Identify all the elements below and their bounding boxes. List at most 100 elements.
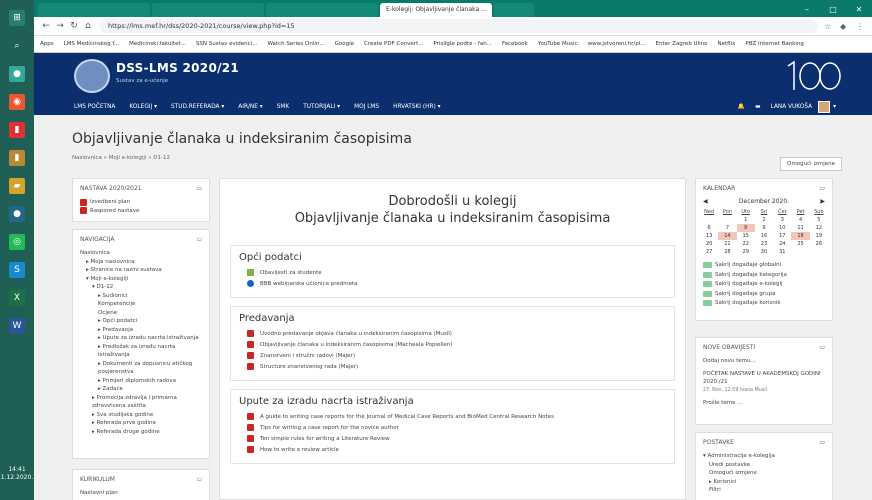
calendar-day[interactable]: 9 xyxy=(755,224,773,232)
calendar-day[interactable]: 2 xyxy=(755,216,773,224)
close-icon[interactable]: ✕ xyxy=(846,5,872,17)
bookmark[interactable]: PBZ Internet Banking xyxy=(745,41,804,47)
activity-link[interactable]: Uvodno predavanje objava članaka u indek… xyxy=(260,331,452,337)
bookmark[interactable]: Watch Series Onlin... xyxy=(267,41,324,47)
nav-item[interactable]: ▸ Moja naslovnica xyxy=(80,258,202,267)
calendar-day[interactable]: 4 xyxy=(791,216,809,224)
menu-item-tutorijali[interactable]: TUTORIJALI ▾ xyxy=(303,104,340,110)
activity-link[interactable]: BBB webinarska učionica predmeta xyxy=(260,281,358,287)
activity-link[interactable]: Znanstveni i stručni radovi (Majer) xyxy=(260,353,355,359)
eye-icon[interactable] xyxy=(703,290,712,297)
bookmark[interactable]: Google xyxy=(335,41,354,47)
calendar-day[interactable]: 15 xyxy=(737,232,755,240)
site-title[interactable]: DSS-LMS 2020/21 xyxy=(116,61,239,75)
bookmark[interactable]: Netflix xyxy=(718,41,736,47)
browser-tab[interactable] xyxy=(38,3,150,17)
calendar-day[interactable]: 1 xyxy=(737,216,755,224)
bookmark[interactable]: YouTube Music xyxy=(538,41,578,47)
browser-tab[interactable] xyxy=(266,3,378,17)
menu-item-airne[interactable]: AIR/NE ▾ xyxy=(238,104,262,110)
settings-item[interactable]: Omogući izmjene xyxy=(703,469,825,478)
calendar-day[interactable]: 11 xyxy=(791,224,809,232)
menu-item-moj-lms[interactable]: MOJ LMS xyxy=(354,104,379,110)
menu-item-smk[interactable]: SMK xyxy=(277,104,289,110)
eye-icon[interactable] xyxy=(703,300,712,307)
calendar-day[interactable] xyxy=(810,248,828,256)
settings-item[interactable]: Uredi postavke xyxy=(703,461,825,470)
legend-link[interactable]: Sakrij događaje globalni xyxy=(715,261,781,270)
app-icon[interactable]: ● xyxy=(9,66,25,82)
browser-tab[interactable] xyxy=(494,3,534,17)
calendar-day[interactable]: 24 xyxy=(773,240,791,248)
calendar-day-event[interactable]: 18 xyxy=(791,232,810,240)
calendar-day[interactable]: 31 xyxy=(773,248,791,256)
calendar-day[interactable]: 25 xyxy=(791,240,809,248)
calendar-day[interactable]: 21 xyxy=(718,240,736,248)
app-icon[interactable]: ▮ xyxy=(9,122,25,138)
calendar-day[interactable]: 7 xyxy=(718,224,736,232)
activity-link[interactable]: A guide to writing case reports for the … xyxy=(260,414,554,420)
back-icon[interactable]: ← xyxy=(40,21,52,31)
settings-item[interactable]: Filtri xyxy=(703,486,825,495)
legend-link[interactable]: Sakrij događaje korisnik xyxy=(715,299,781,308)
calendar-day[interactable]: 10 xyxy=(773,224,791,232)
nav-item[interactable]: ▸ Referada druge godine xyxy=(80,428,202,437)
activity-link[interactable]: Objavljivanje članaka u indeksiranim čas… xyxy=(260,342,452,348)
calendar-day-event[interactable]: 14 xyxy=(718,232,737,240)
calendar-day[interactable]: 6 xyxy=(700,224,718,232)
enable-editing-button[interactable]: Omogući izmjene xyxy=(780,157,842,171)
nav-item[interactable]: ▸ Stranice na razini sustava xyxy=(80,266,202,275)
calendar-day[interactable] xyxy=(700,216,718,224)
chevron-down-icon[interactable]: ▾ xyxy=(833,104,836,110)
bookmark[interactable]: Facebook xyxy=(502,41,528,47)
browser-tab[interactable] xyxy=(152,3,264,17)
calendar-day[interactable]: 13 xyxy=(700,232,718,240)
breadcrumb[interactable]: Naslovnica » Moji e-kolegiji » D1-12 xyxy=(72,155,842,161)
start-icon[interactable]: ⊞ xyxy=(9,10,25,26)
nav-item[interactable]: Naslovnica xyxy=(80,249,202,258)
block-actions-icon[interactable]: ▭ xyxy=(196,236,202,243)
nav-item[interactable]: ▾ D1-12 xyxy=(80,283,202,292)
menu-item-home[interactable]: LMS POČETNA xyxy=(74,104,115,110)
calendar-day[interactable]: 3 xyxy=(773,216,791,224)
bookmark[interactable]: Medicinski fakultet... xyxy=(129,41,186,47)
block-actions-icon[interactable]: ▭ xyxy=(819,439,825,446)
bookmark[interactable]: LMS Medicinskog f... xyxy=(64,41,119,47)
maximize-icon[interactable]: □ xyxy=(820,5,846,17)
excel-icon[interactable]: X xyxy=(9,290,25,306)
forward-icon[interactable]: → xyxy=(54,21,66,31)
calendar-day[interactable]: 22 xyxy=(737,240,755,248)
bookmark[interactable]: Prisilgle podte - fan... xyxy=(433,41,492,47)
eye-icon[interactable] xyxy=(703,281,712,288)
menu-item-language[interactable]: HRVATSKI (HR) ▾ xyxy=(393,104,440,110)
legend-link[interactable]: Sakrij događaje grupa xyxy=(715,290,775,299)
minimize-icon[interactable]: – xyxy=(794,5,820,17)
university-logo[interactable] xyxy=(74,59,110,93)
menu-icon[interactable]: ⋮ xyxy=(856,22,866,31)
nav-item[interactable]: Ocjene xyxy=(80,309,202,318)
bookmark[interactable]: SSN Sustav evidenci... xyxy=(196,41,258,47)
nav-item[interactable]: ▸ Promocija zdravlja i primarna zdravstv… xyxy=(80,394,202,411)
nav-item[interactable]: ▸ Sva studijska godine xyxy=(80,411,202,420)
activity-link[interactable]: Obavijesti za studente xyxy=(260,270,322,276)
next-month-icon[interactable]: ▶ xyxy=(820,198,825,205)
legend-link[interactable]: Sakrij događaje kategorija xyxy=(715,271,787,280)
folder-icon[interactable]: ▰ xyxy=(9,178,25,194)
bookmark[interactable]: www.jstvoreni.hr/pl... xyxy=(588,41,646,47)
extension-icon[interactable]: ◆ xyxy=(840,22,850,31)
nav-item[interactable]: ▸ Zadaće xyxy=(80,385,202,394)
settings-item[interactable]: ▸ Korisnici xyxy=(703,478,825,487)
block-actions-icon[interactable]: ▭ xyxy=(819,344,825,351)
calendar-day[interactable] xyxy=(718,216,736,224)
eye-icon[interactable] xyxy=(703,262,712,269)
calendar-day[interactable]: 26 xyxy=(810,240,828,248)
prev-month-icon[interactable]: ◀ xyxy=(703,198,708,205)
calendar-day[interactable] xyxy=(791,248,809,256)
block-actions-icon[interactable]: ▭ xyxy=(196,476,202,483)
block-actions-icon[interactable]: ▭ xyxy=(819,185,825,192)
activity-link[interactable]: Ten simple rules for writing a Literatur… xyxy=(260,436,390,442)
nastava-link[interactable]: Raspored nastave xyxy=(90,207,139,216)
browser-tab-active[interactable]: E-kolegij: Objavljivanje članaka ... xyxy=(380,3,492,17)
nav-item[interactable]: Kompetencije xyxy=(80,300,202,309)
whatsapp-icon[interactable]: ◎ xyxy=(9,234,25,250)
